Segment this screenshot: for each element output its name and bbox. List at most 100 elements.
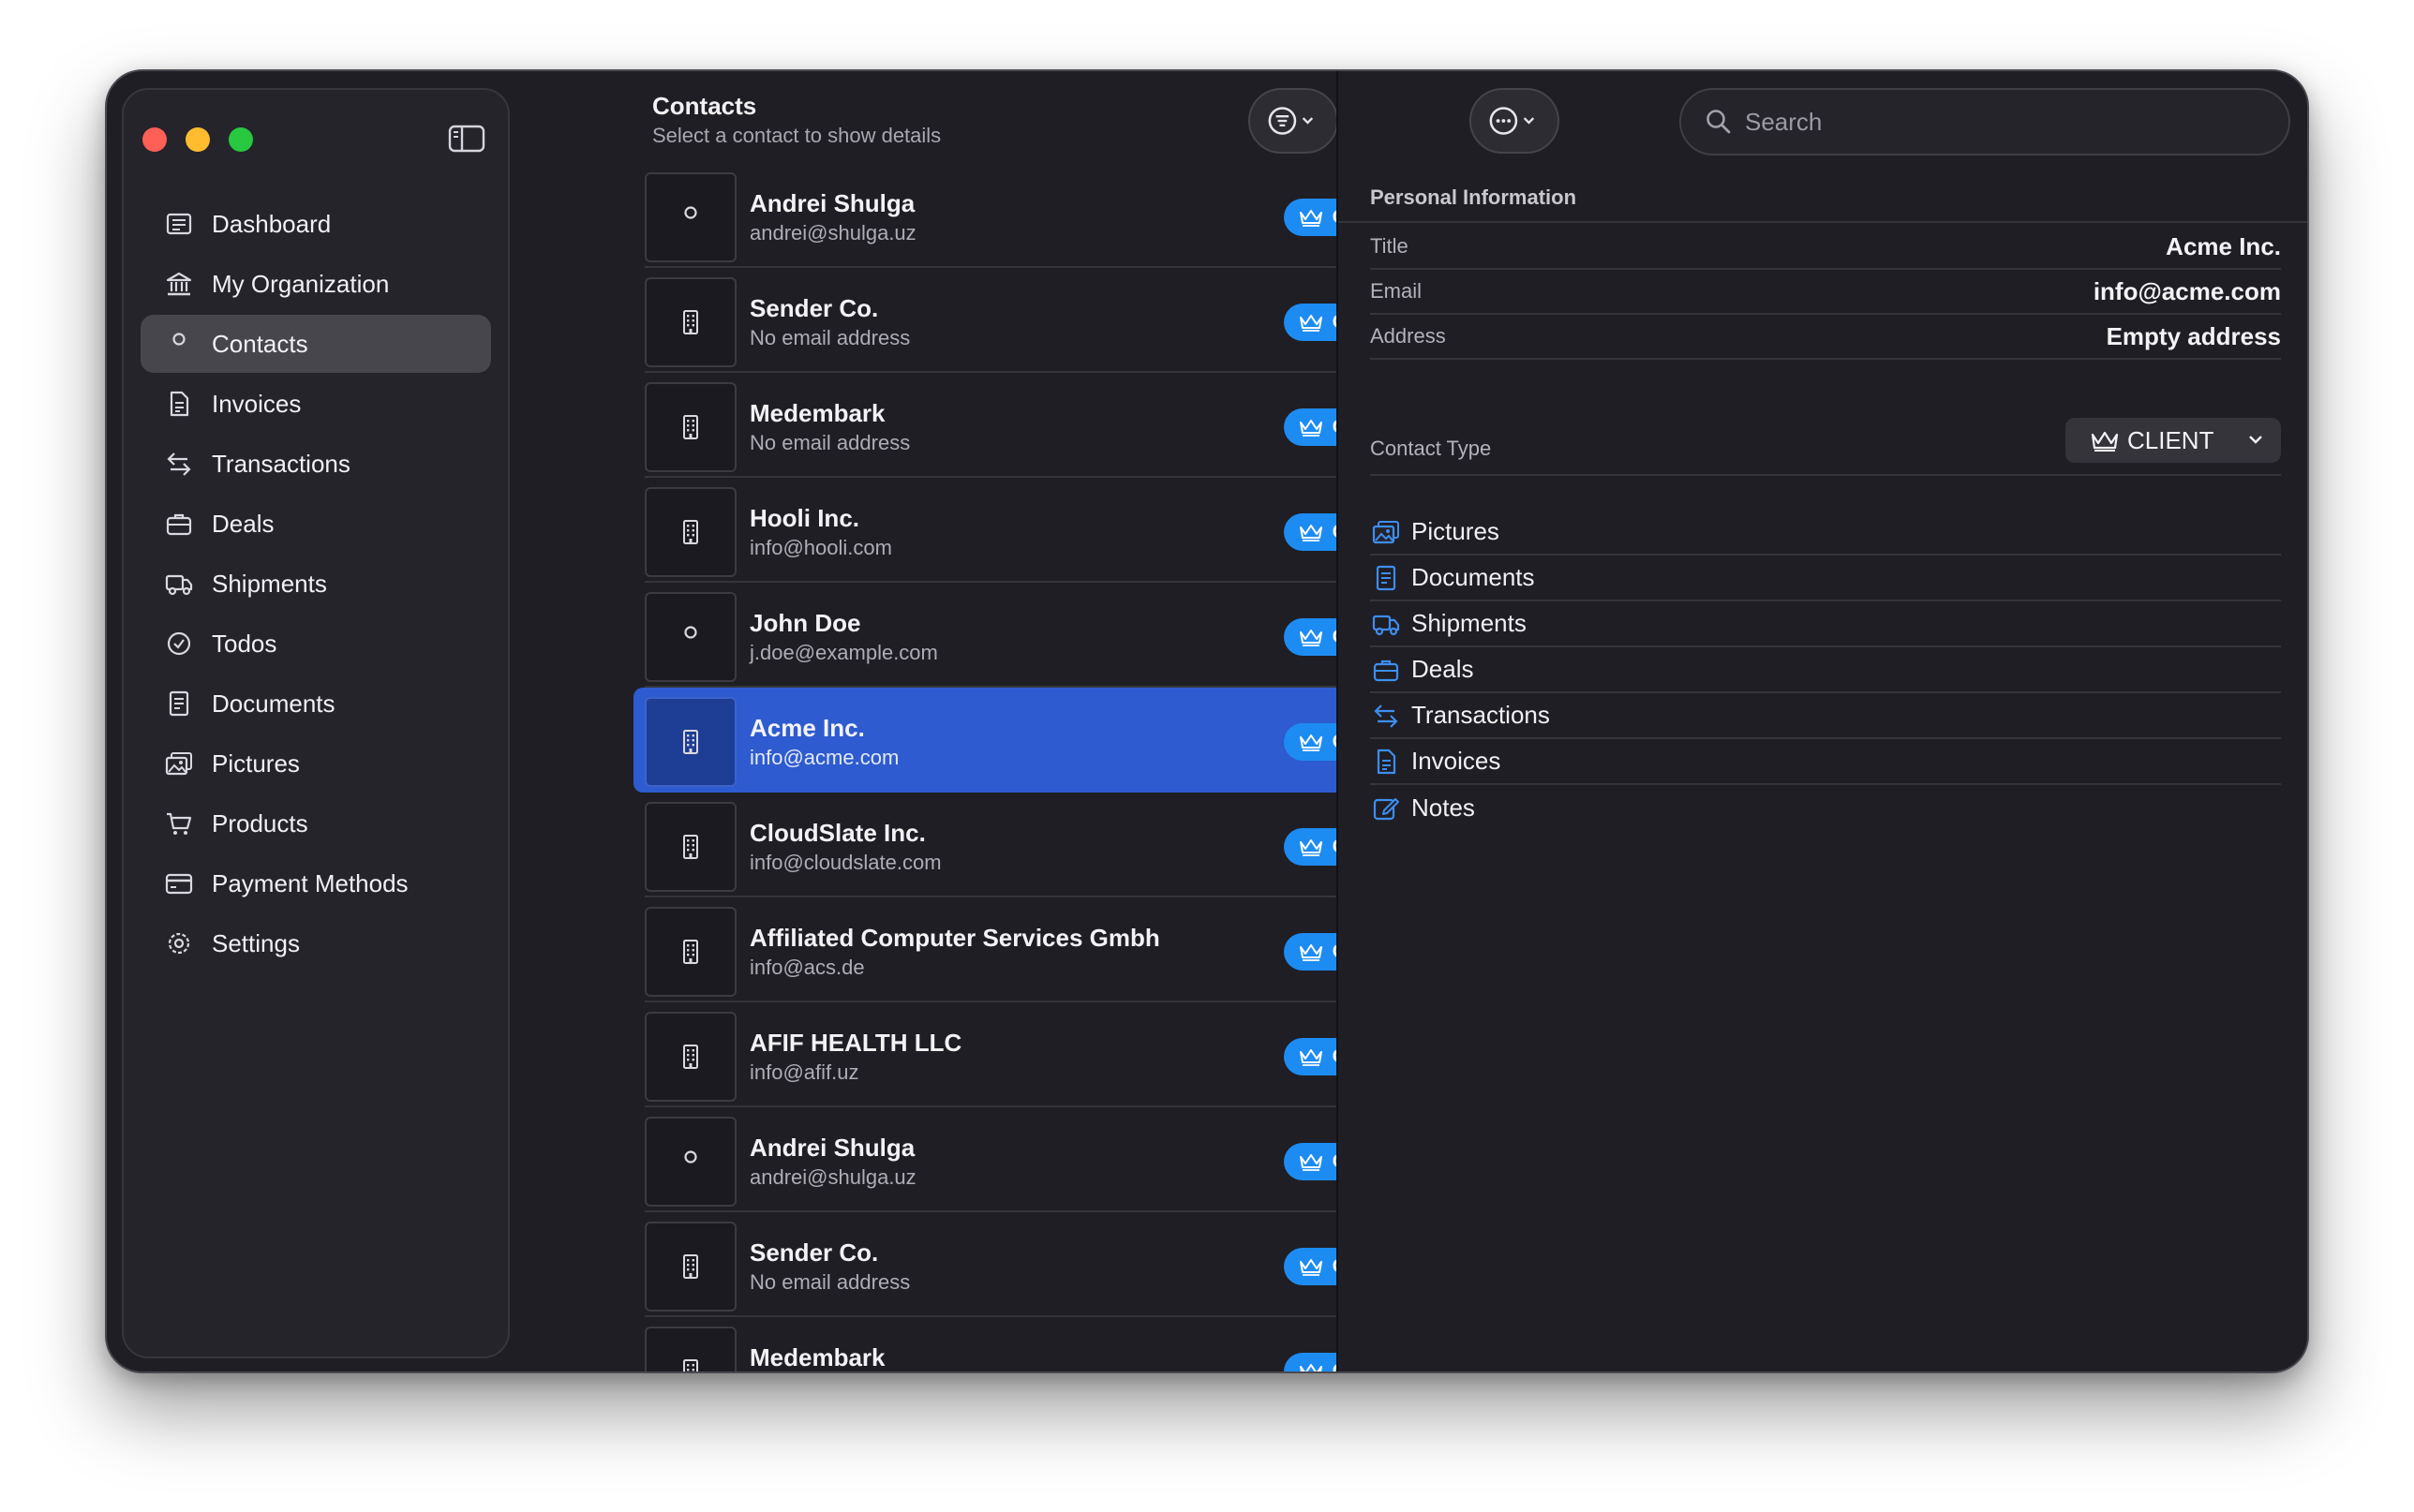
sidebar-item-documents[interactable]: Documents — [141, 674, 491, 733]
sidebar-item-settings[interactable]: Settings — [141, 914, 491, 972]
contact-row[interactable]: Acme Inc.info@acme.comCLIENT — [633, 688, 1434, 793]
contact-row[interactable]: AFIF HEALTH LLCinfo@afif.uzCLIENT — [645, 1002, 1423, 1107]
briefcase-icon — [1370, 655, 1402, 685]
contact-email: No email address — [750, 326, 911, 349]
sidebar-item-label: My Organization — [212, 269, 390, 298]
contact-name: Affiliated Computer Services Gmbh — [750, 924, 1160, 952]
photos-icon — [1370, 517, 1402, 547]
building-icon — [645, 1012, 737, 1102]
note-edit-icon — [1370, 793, 1402, 823]
link-transactions[interactable]: Transactions — [1370, 693, 2281, 739]
contact-name: John Doe — [750, 609, 861, 637]
building-icon — [645, 907, 737, 997]
crown-icon — [1299, 1361, 1333, 1371]
sidebar-toggle-icon[interactable] — [448, 124, 485, 154]
field-title: Title Acme Inc. — [1370, 225, 2281, 270]
contact-name: Hooli Inc. — [750, 504, 859, 532]
photos-icon — [163, 748, 195, 779]
contact-email: No email address — [750, 1270, 911, 1294]
contact-email: info@cloudslate.com — [750, 851, 942, 874]
contact-row[interactable]: Sender Co.No email addressCLIENT — [645, 268, 1423, 373]
filter-button[interactable] — [1248, 88, 1338, 154]
crown-icon — [2091, 431, 2119, 452]
link-label: Invoices — [1411, 747, 1501, 775]
building-icon — [645, 697, 737, 787]
contact-row[interactable]: CloudSlate Inc.info@cloudslate.comCLIENT — [645, 793, 1423, 897]
crown-icon — [1299, 417, 1333, 437]
contact-name: Sender Co. — [750, 1238, 879, 1267]
sidebar-item-contacts[interactable]: Contacts — [141, 315, 491, 373]
building-icon — [645, 487, 737, 577]
sidebar-item-invoices[interactable]: Invoices — [141, 375, 491, 433]
sidebar-item-products[interactable]: Products — [141, 794, 491, 852]
field-label: Email — [1370, 279, 1423, 303]
contact-email: info@hooli.com — [750, 536, 892, 559]
contact-row[interactable]: Andrei Shulgaandrei@shulga.uzCLIENT — [645, 1107, 1423, 1212]
field-value[interactable]: info@acme.com — [2094, 277, 2281, 306]
contact-type-value: CLIENT — [2127, 425, 2214, 454]
more-actions-button[interactable] — [1469, 88, 1559, 154]
link-pictures[interactable]: Pictures — [1370, 510, 2281, 556]
search-icon — [1706, 110, 1731, 134]
sidebar: Dashboard My Organization Contacts Invoices… — [122, 88, 510, 1358]
contact-name: Medembark — [750, 1343, 886, 1371]
sidebar-item-label: Products — [212, 808, 308, 838]
contact-email: info@afif.uz — [750, 1060, 859, 1084]
link-shipments[interactable]: Shipments — [1370, 601, 2281, 647]
sidebar-item-label: Dashboard — [212, 209, 332, 238]
sidebar-item-my-organization[interactable]: My Organization — [141, 255, 491, 313]
sidebar-item-label: Contacts — [212, 329, 308, 358]
crown-icon — [1299, 837, 1333, 857]
contact-name: Acme Inc. — [750, 714, 865, 742]
link-deals[interactable]: Deals — [1370, 647, 2281, 693]
contact-row[interactable]: Hooli Inc.info@hooli.comCLIENT — [645, 478, 1423, 583]
search-field[interactable] — [1679, 88, 2290, 156]
arrows-icon — [163, 448, 195, 480]
person-icon — [645, 172, 737, 262]
contact-name: Andrei Shulga — [750, 1134, 916, 1162]
sidebar-nav: Dashboard My Organization Contacts Invoices… — [141, 195, 491, 974]
list-subtitle: Select a contact to show details — [652, 124, 942, 147]
briefcase-icon — [163, 508, 195, 540]
contact-row[interactable]: Andrei Shulgaandrei@shulga.uzCLIENT — [645, 163, 1423, 268]
sidebar-item-payment-methods[interactable]: Payment Methods — [141, 854, 491, 912]
sidebar-item-pictures[interactable]: Pictures — [141, 734, 491, 793]
sidebar-item-label: Transactions — [212, 449, 350, 478]
search-input[interactable] — [1745, 107, 2251, 137]
crown-icon — [1299, 1151, 1333, 1172]
contact-name: Medembark — [750, 399, 886, 427]
sidebar-item-todos[interactable]: Todos — [141, 615, 491, 673]
contact-row[interactable]: MedembarkNo email addressCLIENT — [645, 373, 1423, 478]
contact-detail-pane: Personal Information Title Acme Inc. Ema… — [1338, 71, 2307, 1371]
sidebar-item-dashboard[interactable]: Dashboard — [141, 195, 491, 253]
contacts-list-pane: Contacts Select a contact to show detail… — [523, 71, 1443, 1371]
building-icon — [645, 802, 737, 892]
link-label: Deals — [1411, 655, 1474, 683]
contact-row[interactable]: John Doej.doe@example.comCLIENT — [645, 583, 1423, 688]
app-window: Dashboard My Organization Contacts Invoices… — [105, 69, 2309, 1373]
close-window-button[interactable] — [142, 127, 167, 152]
contact-row[interactable]: Sender Co.No email addressCLIENT — [645, 1212, 1423, 1317]
link-notes[interactable]: Notes — [1370, 785, 2281, 831]
filter-icon — [1268, 107, 1314, 135]
contact-type-select[interactable]: CLIENT — [2065, 418, 2281, 463]
zoom-window-button[interactable] — [229, 127, 253, 152]
sidebar-item-shipments[interactable]: Shipments — [141, 555, 491, 613]
building-icon — [645, 1222, 737, 1312]
minimize-window-button[interactable] — [186, 127, 210, 152]
contact-row[interactable]: Affiliated Computer Services Gmbh info@ac… — [645, 897, 1423, 1002]
sidebar-item-transactions[interactable]: Transactions — [141, 435, 491, 493]
contact-row[interactable]: MedembarkNo email addressCLIENT — [645, 1317, 1423, 1371]
document-icon — [1370, 563, 1402, 593]
field-value[interactable]: Acme Inc. — [2166, 232, 2281, 261]
person-icon — [163, 328, 195, 360]
building-icon — [645, 277, 737, 367]
sidebar-item-deals[interactable]: Deals — [141, 495, 491, 553]
contact-email: andrei@shulga.uz — [750, 1165, 916, 1189]
field-value[interactable]: Empty address — [2107, 322, 2281, 351]
link-invoices[interactable]: Invoices — [1370, 739, 2281, 785]
contact-email: j.doe@example.com — [750, 641, 938, 664]
sidebar-item-label: Pictures — [212, 749, 300, 778]
link-documents[interactable]: Documents — [1370, 556, 2281, 601]
sidebar-item-label: Payment Methods — [212, 868, 409, 897]
